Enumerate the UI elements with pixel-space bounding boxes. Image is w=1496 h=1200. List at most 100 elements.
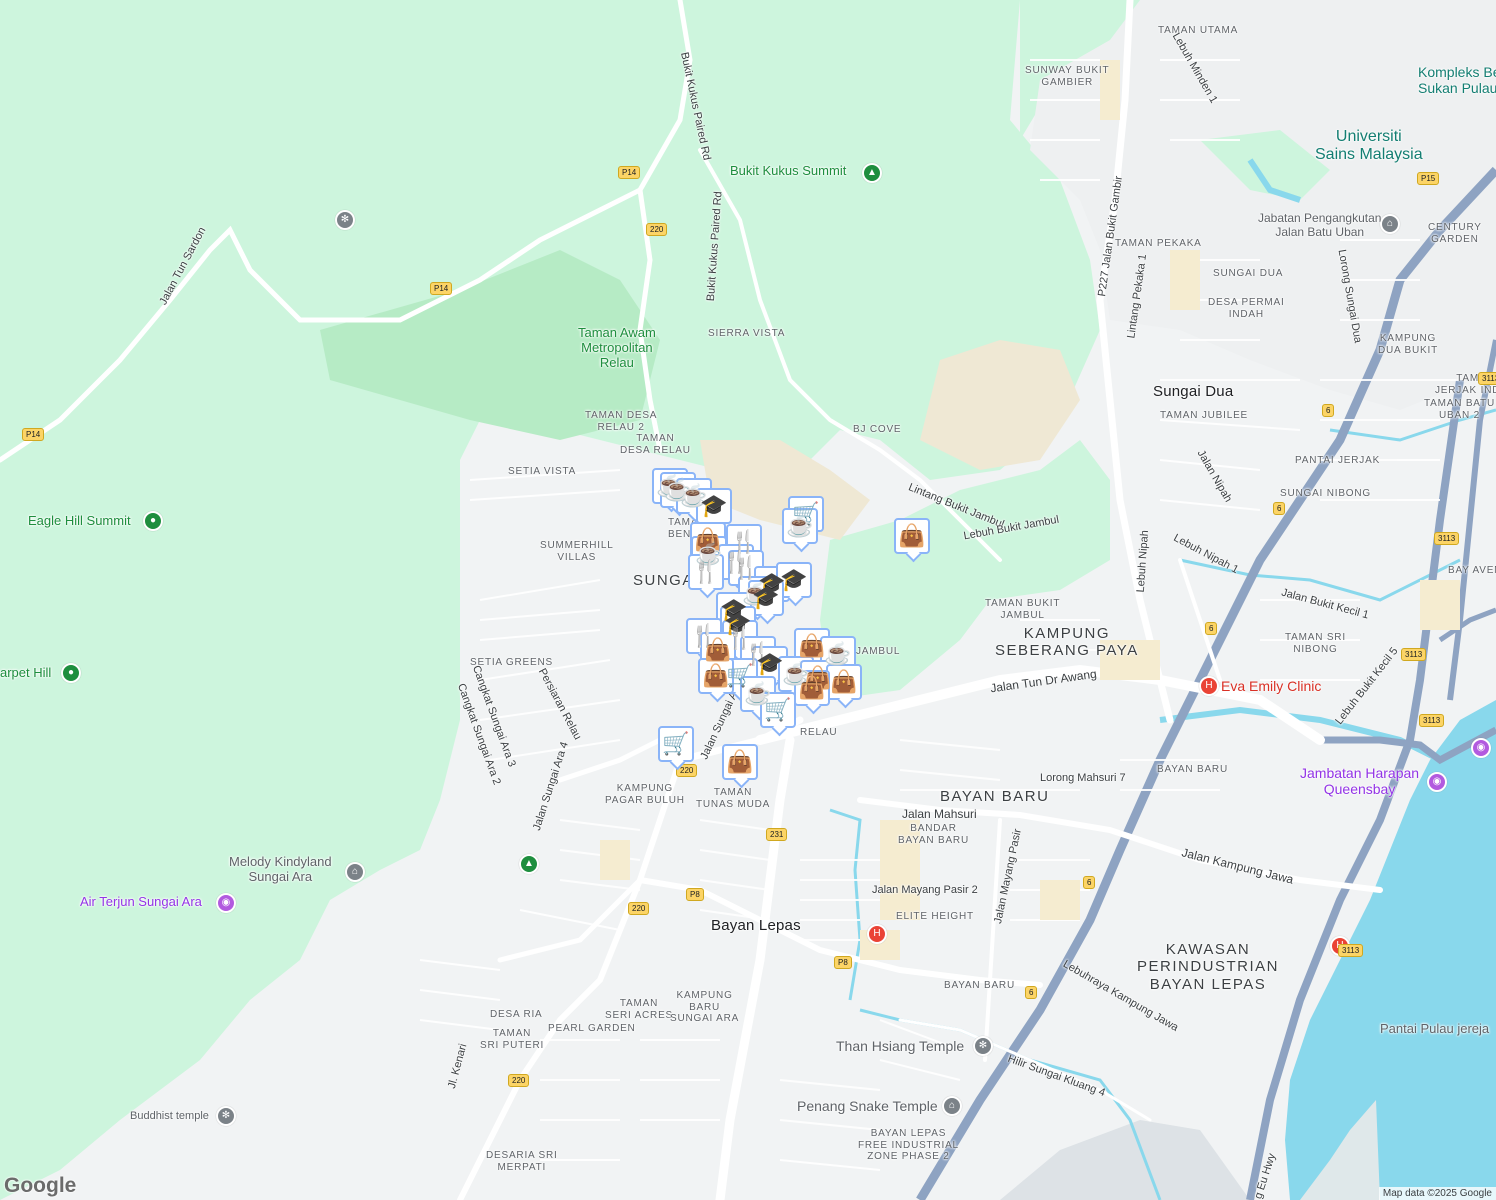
map-view[interactable]: TAMAN UTAMA Lebuh Minden 1 SUNWAY BUKIT … [0,0,1496,1200]
route-shield: P8 [686,888,704,901]
label-kawasan-perindustrian: KAWASAN PERINDUSTRIAN BAYAN LEPAS [1137,941,1280,993]
school-icon: 🎓 [700,493,728,518]
label-sungai-dua-area: SUNGAI DUA [1213,268,1284,279]
label-taman-desa-relau: TAMAN DESA RELAU [620,433,691,456]
map-marker[interactable]: 👜 [794,670,830,714]
label-bj-cove: BJ COVE [853,424,902,435]
route-shield: 6 [1273,502,1286,515]
label-taman-jubilee: TAMAN JUBILEE [1160,410,1249,421]
label-pearl-garden: PEARL GARDEN [548,1023,636,1034]
label-sungai-dua: Sungai Dua [1153,383,1234,400]
park-icon[interactable]: ▲ [862,163,882,183]
label-bayan-lepas: Bayan Lepas [711,917,801,934]
label-bukit-kukus-summit: Bukit Kukus Summit [730,163,847,178]
route-shield: 3113 [1338,944,1364,957]
school-icon[interactable]: ⌂ [345,862,365,882]
hospital-icon[interactable]: H [867,924,887,944]
label-pantai-pulau: Pantai Pulau jereja [1380,1021,1490,1036]
shopping-bag-icon: 👜 [702,663,730,688]
hospital-icon[interactable]: H [1199,676,1219,696]
label-jalan-mahsuri: Jalan Mahsuri [902,807,977,821]
museum-icon[interactable]: ⌂ [942,1096,962,1116]
label-taman-awam: Taman Awam Metropolitan Relau [578,325,656,370]
label-bayan-lepas-ftz: BAYAN LEPAS FREE INDUSTRIAL ZONE PHASE 2 [858,1128,959,1162]
label-kompleks-sukan: Kompleks Be Sukan Pulau [1418,64,1496,97]
route-shield: P14 [22,428,45,441]
label-taman-bukit-jambul: TAMAN BUKIT JAMBUL [985,598,1061,621]
shopping-cart-icon: 🛒 [764,697,792,722]
route-shield: 3113 [1478,372,1496,385]
map-marker[interactable]: 👜 [698,658,734,702]
label-taman-seri-acres: TAMAN SERI ACRES [605,998,674,1021]
shopping-bag-icon: 👜 [830,669,858,694]
label-kampung-baru: KAMPUNG BARU SUNGAI ARA [670,990,740,1024]
temple-icon[interactable]: ✻ [335,210,355,230]
route-shield: 6 [1025,986,1038,999]
shopping-bag-icon: 👜 [898,523,926,548]
label-sungai-nibong: SUNGAI NIBONG [1280,488,1371,499]
temple-icon[interactable]: ✻ [216,1106,236,1126]
route-shield: 6 [1083,876,1096,889]
label-air-terjun: Air Terjun Sungai Ara [80,894,202,909]
route-shield: P14 [618,166,641,179]
camera-icon[interactable]: ◉ [216,893,236,913]
map-marker[interactable]: ☕ [782,508,818,552]
label-setia-vista: SETIA VISTA [508,466,577,477]
label-jambul: JAMBUL [856,646,901,657]
temple-icon[interactable]: ✻ [973,1036,993,1056]
label-taman-utama: TAMAN UTAMA [1158,25,1239,36]
label-jalan-mayang-pasir-2: Jalan Mayang Pasir 2 [872,884,978,896]
label-desaria: DESARIA SRI MERPATI [486,1150,558,1173]
label-taman-batu-uban: TAMAN BATU UBAN 2 [1424,398,1495,421]
label-bayan-baru-big: BAYAN BARU [940,788,1050,805]
label-snake-temple: Penang Snake Temple [797,1098,938,1114]
cafe-icon: ☕ [786,513,814,538]
label-pantai-jerjak: PANTAI JERJAK [1295,455,1381,466]
label-century-garden: CENTURY GARDEN [1428,222,1482,245]
route-shield: 3113 [1434,532,1460,545]
route-shield: 3113 [1419,714,1445,727]
label-buddhist-temple: Buddhist temple [130,1110,209,1122]
label-sungai-ara: SUNGA [633,572,694,589]
map-marker[interactable]: 👜 [894,518,930,562]
label-bayan-baru-small: BAYAN BARU [944,980,1015,991]
route-shield: 6 [1322,404,1335,417]
label-lorong-mahsuri: Lorong Mahsuri 7 [1040,772,1126,784]
government-icon[interactable]: ⌂ [1380,214,1400,234]
label-bay-avenue: BAY AVENUE [1448,565,1496,576]
label-eagle-hill: Eagle Hill Summit [28,513,131,528]
label-bandar-bayan-baru: BANDAR BAYAN BARU [898,823,969,846]
viewpoint-icon[interactable]: ● [143,511,163,531]
label-elite-height: ELITE HEIGHT [896,911,974,922]
route-shield: 220 [508,1074,530,1087]
map-marker[interactable]: 👜 [722,744,758,788]
label-kampung-dua: KAMPUNG DUA BUKIT [1378,333,1438,356]
label-desa-ria: DESA RIA [490,1009,543,1020]
camera-icon[interactable]: ◉ [1471,738,1491,758]
label-taman-desa-relau-2: TAMAN DESA RELAU 2 [585,410,658,433]
map-marker[interactable]: 👜 [826,664,862,708]
label-kampung-seberang-paya: KAMPUNG SEBERANG PAYA [995,625,1139,660]
label-kampung-pagar-buluh: KAMPUNG PAGAR BULUH [605,783,685,806]
camera-icon[interactable]: ◉ [1427,772,1447,792]
route-shield: P14 [430,282,453,295]
school-icon: 🎓 [752,585,780,610]
label-jabatan: Jabatan Pengangkutan Jalan Batu Uban [1258,211,1382,239]
map-attribution[interactable]: Map data ©2025 Google [1378,1187,1496,1200]
map-marker[interactable]: 🛒 [760,692,796,736]
map-marker[interactable]: 🛒 [658,726,694,770]
label-usm: Universiti Sains Malaysia [1315,128,1423,164]
route-shield: 3113 [1401,648,1427,661]
label-melody-kindyland: Melody Kindyland Sungai Ara [229,854,332,884]
route-shield: P8 [834,956,852,969]
viewpoint-icon[interactable]: ● [61,663,81,683]
route-shield: 231 [766,828,788,841]
shopping-bag-icon: 👜 [726,749,754,774]
label-relau: RELAU [800,727,838,738]
label-summerhill: SUMMERHILL VILLAS [540,540,614,563]
label-taman-sri-nibong: TAMAN SRI NIBONG [1285,632,1346,655]
label-eva-emily-clinic: Eva Emily Clinic [1221,678,1322,694]
shopping-bag-icon: 👜 [798,675,826,700]
restaurant-icon: 🍴 [692,559,720,584]
park-icon[interactable]: ▲ [519,854,539,874]
